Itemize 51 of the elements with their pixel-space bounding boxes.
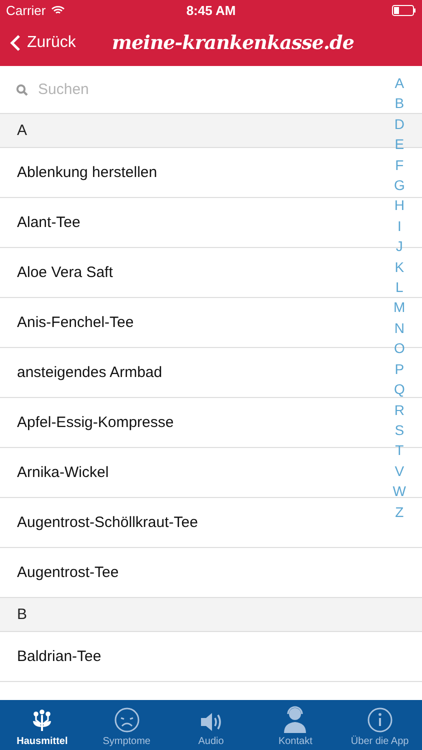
index-letter[interactable]: H bbox=[394, 195, 404, 216]
list-item[interactable]: Ablenkung herstellen bbox=[17, 164, 337, 181]
index-letter[interactable]: G bbox=[394, 175, 405, 196]
list-item[interactable]: Augentrost-Schöllkraut-Tee bbox=[17, 514, 337, 531]
index-letter[interactable]: O bbox=[394, 338, 405, 359]
list-item[interactable]: Alant-Tee bbox=[17, 214, 337, 231]
info-icon bbox=[366, 707, 393, 733]
speaker-icon bbox=[199, 711, 224, 733]
list-item[interactable]: Baldrian-Tee bbox=[17, 648, 337, 665]
logo: meine-krankenkasse.de bbox=[112, 32, 354, 54]
index-letter[interactable]: D bbox=[394, 114, 404, 134]
index-letter[interactable]: T bbox=[395, 440, 404, 461]
chevron-left-icon bbox=[10, 34, 21, 52]
index-letter[interactable]: W bbox=[392, 481, 406, 502]
tab[interactable]: Kontakt bbox=[253, 700, 338, 750]
list-item[interactable]: Augentrost-Tee bbox=[17, 564, 337, 581]
tab[interactable]: Hausmittel bbox=[0, 700, 84, 750]
index-letter[interactable]: R bbox=[394, 400, 404, 420]
list-item[interactable]: Aloe Vera Saft bbox=[17, 264, 337, 281]
tab[interactable]: Symptome bbox=[84, 700, 169, 750]
search-icon bbox=[16, 84, 28, 96]
status-time: 8:45 AM bbox=[185, 2, 237, 18]
index-letter[interactable]: K bbox=[394, 256, 404, 278]
index-letter[interactable]: F bbox=[395, 154, 404, 176]
battery-icon bbox=[392, 4, 416, 16]
index-letter[interactable]: N bbox=[394, 318, 404, 338]
index-letter[interactable]: I bbox=[397, 216, 402, 236]
list-item[interactable]: Anis-Fenchel-Tee bbox=[17, 314, 337, 331]
list-item[interactable]: ansteigendes Armbad bbox=[17, 364, 337, 381]
index-letter[interactable]: M bbox=[394, 297, 406, 318]
index-letter[interactable]: L bbox=[395, 277, 404, 298]
tab[interactable]: Über die App bbox=[338, 700, 422, 750]
index-letter[interactable]: Q bbox=[394, 379, 405, 400]
wifi-icon bbox=[50, 5, 65, 15]
section-header: B bbox=[17, 606, 28, 623]
carrier-name: Carrier bbox=[6, 2, 46, 18]
index-letter[interactable]: Z bbox=[395, 502, 404, 522]
index-letter[interactable]: E bbox=[394, 134, 404, 155]
list-item[interactable]: Arnika-Wickel bbox=[17, 464, 337, 481]
index-letter[interactable]: B bbox=[394, 93, 404, 114]
sad-face-icon bbox=[114, 707, 140, 733]
section-header: A bbox=[17, 122, 28, 139]
index-letter[interactable]: A bbox=[394, 73, 404, 94]
index-letter[interactable]: V bbox=[394, 460, 404, 482]
index-letter[interactable]: J bbox=[396, 236, 403, 257]
list-item[interactable]: Apfel-Essig-Kompresse bbox=[17, 414, 337, 431]
person-headset-icon bbox=[282, 705, 308, 733]
index-letter[interactable]: P bbox=[394, 358, 404, 380]
index-letter[interactable]: S bbox=[394, 420, 404, 440]
tab[interactable]: Audio bbox=[168, 700, 254, 750]
back-button[interactable]: Zurück bbox=[10, 34, 76, 52]
